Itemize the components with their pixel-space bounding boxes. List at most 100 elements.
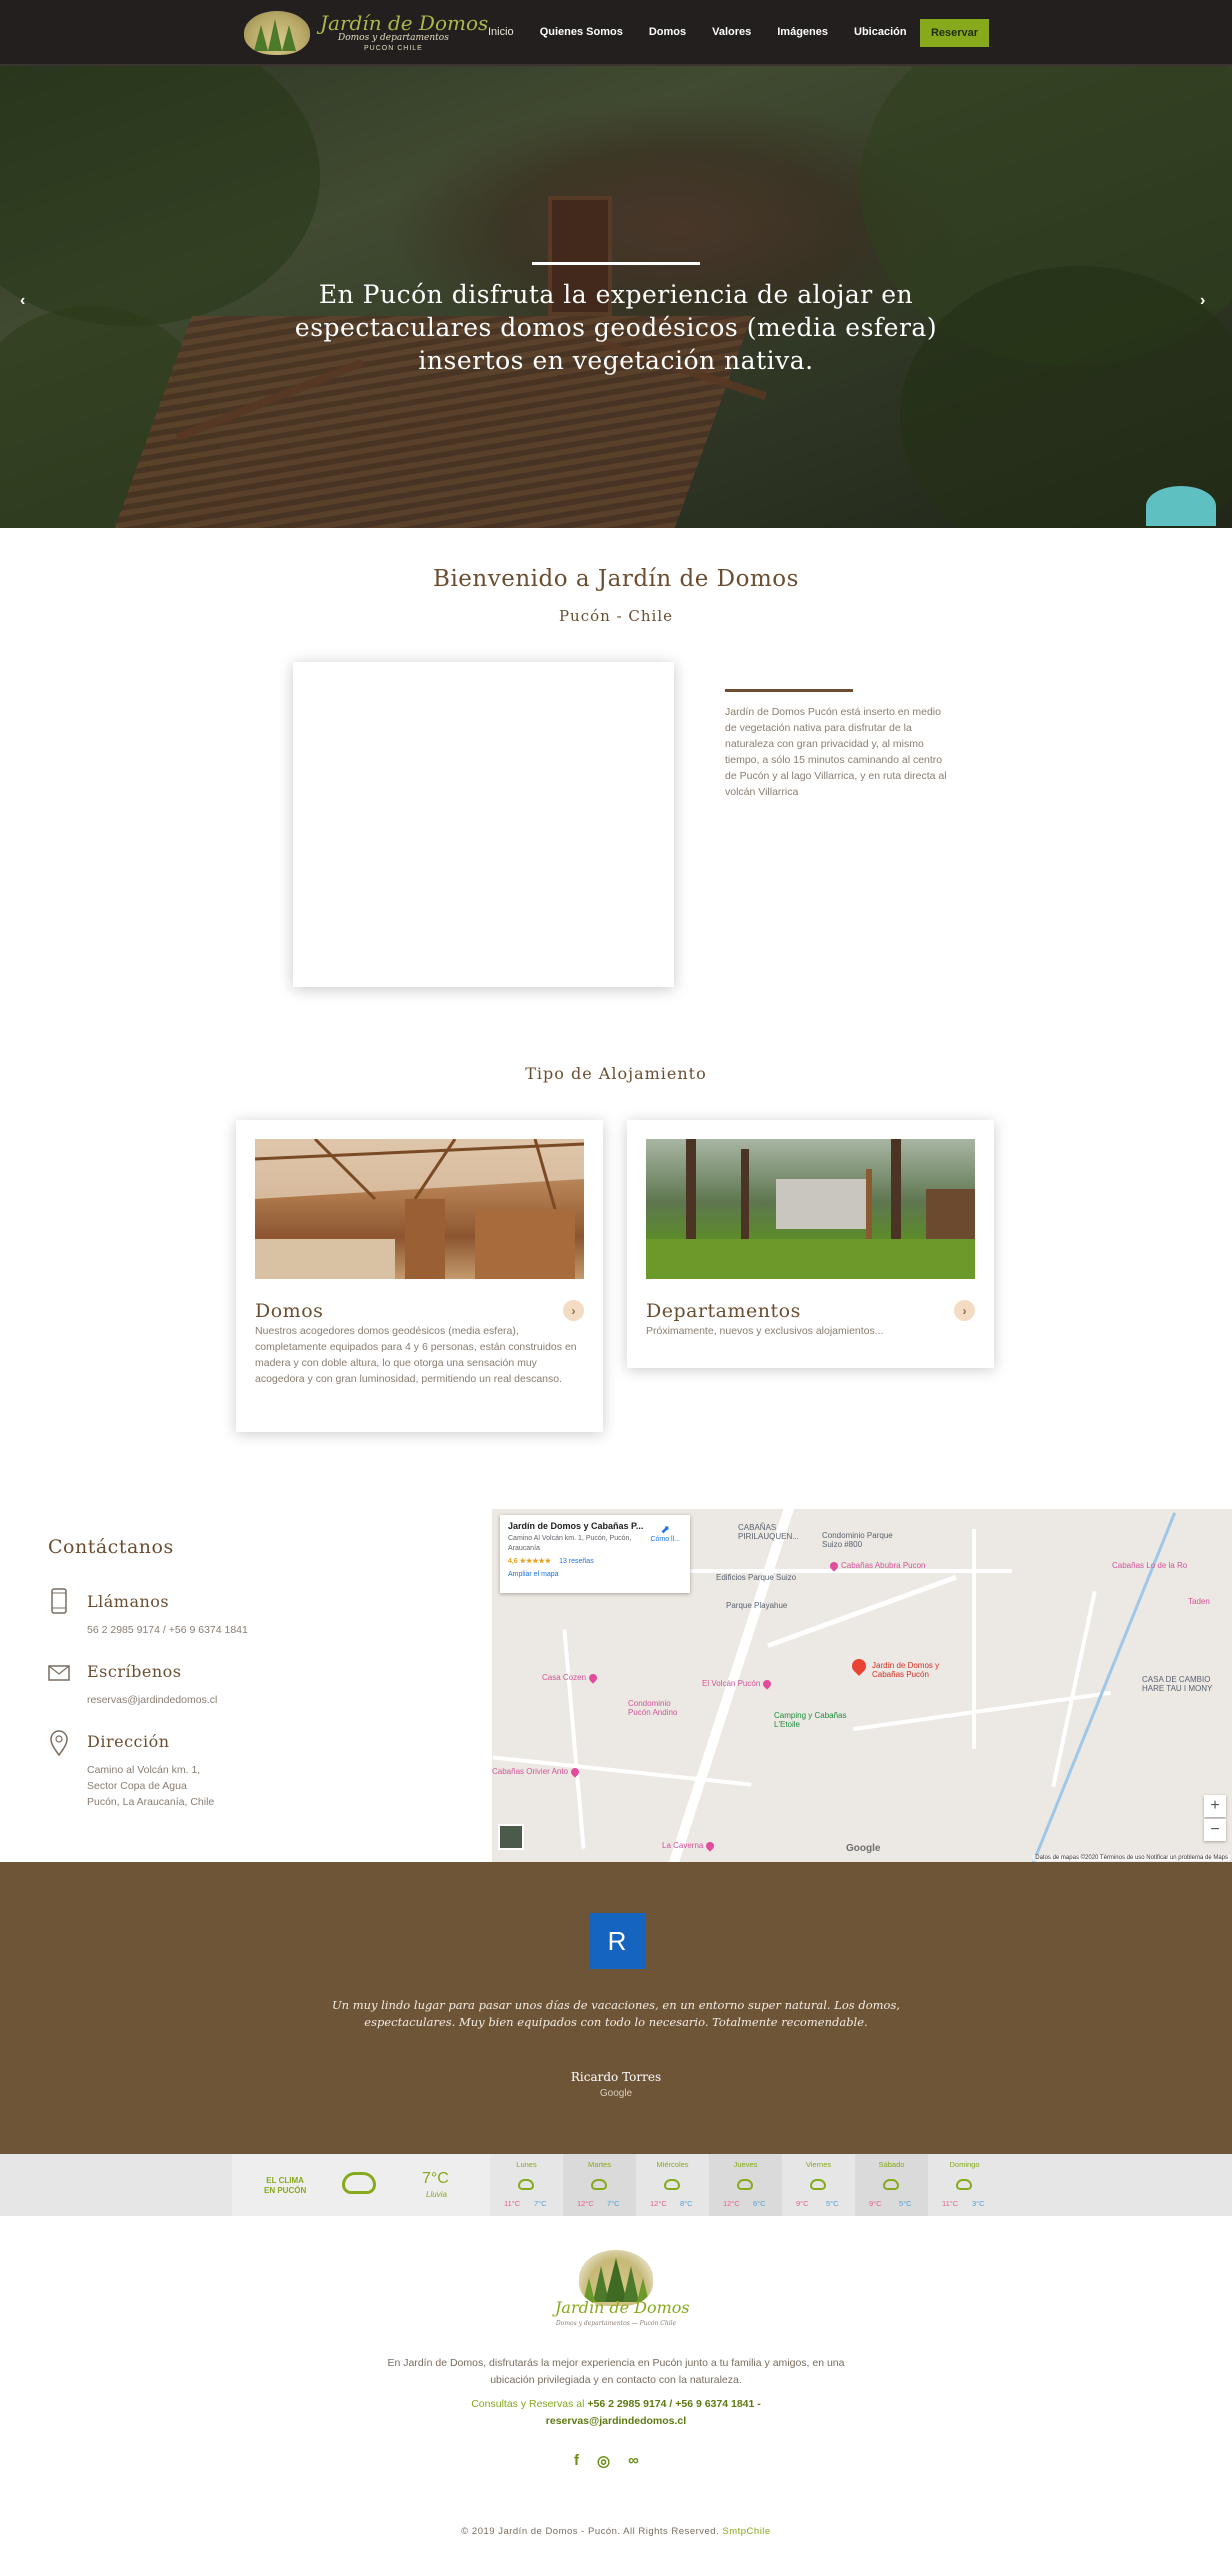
map-pin-caverna[interactable]: La Caverna [662,1840,717,1852]
card-departamentos[interactable]: Departamentos › Próximamente, nuevos y e… [627,1120,994,1368]
forecast-day-name: Sábado [878,2160,905,2169]
credit-link[interactable]: SmtpChile [722,2526,770,2537]
slider-prev-icon[interactable]: ‹ [20,292,25,310]
nav-imagenes[interactable]: Imágenes [777,26,828,38]
cloud-icon [591,2179,607,2190]
map-label-camping[interactable]: Camping y Cabañas L'Etoile [774,1711,854,1729]
chevron-right-icon[interactable]: › [954,1300,975,1321]
forecast-high: 9°C [869,2199,882,2208]
phone-icon [51,1588,67,1614]
footer-description: En Jardín de Domos, disfrutarás la mejor… [387,2357,845,2386]
chevron-right-icon[interactable]: › [563,1300,584,1321]
forecast-day-name: Jueves [733,2160,758,2169]
card-departamentos-title[interactable]: Departamentos [646,1300,801,1322]
map-label-edificios: Edificios Parque Suizo [716,1573,797,1582]
map-pin-main-label[interactable]: Jardín de Domos y Cabañas Pucón [872,1661,952,1679]
card-departamentos-text: Próximamente, nuevos y exclusivos alojam… [646,1325,884,1337]
slider-next-icon[interactable]: › [1200,292,1205,310]
footer-contact: Consultas y Reservas al +56 2 2985 9174 … [366,2396,866,2430]
forecast-low: 8°C [680,2199,693,2208]
footer-phones[interactable]: +56 2 2985 9174 / +56 9 6374 1841 - [587,2398,760,2410]
forecast-high: 12°C [650,2199,667,2208]
address-label: Dirección [87,1732,170,1751]
nav-valores[interactable]: Valores [712,26,751,38]
logo-title: Jardín de Domos [320,11,489,35]
review-source: Google [599,2088,633,2099]
map-satellite-toggle[interactable] [498,1824,524,1850]
cloud-icon [810,2179,826,2190]
weather-condition: Lluvia [426,2190,447,2199]
map-reviews-link[interactable]: 13 reseñas [559,1558,594,1565]
map-pin-volcan-pucon[interactable]: El Volcán Pucón [702,1678,774,1690]
phone-value[interactable]: 56 2 2985 9174 / +56 9 6374 1841 [87,1622,248,1638]
card-domos-text: Nuestros acogedores domos geodésicos (me… [255,1325,577,1385]
address-line-1: Camino al Volcán km. 1, [87,1764,201,1776]
cloud-icon [664,2179,680,2190]
map-footer-links[interactable]: Datos de mapas ©2020 Términos de uso Not… [1033,1855,1230,1861]
map-pin-lo-de-la[interactable]: Cabañas Lo de la Ro [1112,1561,1187,1570]
forecast-day-name: Martes [588,2160,611,2169]
map-place-address: Camino Al Volcán km. 1, Pucón, Pucón, Ar… [508,1535,632,1552]
email-label: Escríbenos [87,1662,182,1681]
nav-quienes-somos[interactable]: Quienes Somos [540,26,623,38]
nav-inicio[interactable]: Inicio [488,26,514,38]
welcome-subtitle: Pucón - Chile [558,607,674,625]
garden-illustration [646,1139,975,1279]
cloud-icon [883,2179,899,2190]
nav-ubicacion[interactable]: Ubicación [854,26,907,38]
google-map[interactable]: Jardín de Domos y Cabañas P... Camino Al… [492,1509,1232,1862]
welcome-divider [725,689,853,692]
map-pin-abubra[interactable]: Cabañas Abubra Pucon [828,1560,926,1572]
welcome-media-box[interactable] [293,662,674,987]
forecast-day: Lunes 11°C 7°C [490,2154,563,2216]
map-enlarge-link[interactable]: Ampliar el mapa [508,1571,682,1578]
directions-icon: ⬈ [660,1524,670,1536]
site-logo[interactable]: Jardín de Domos Domos y departamentos PU… [244,9,488,57]
email-value[interactable]: reservas@jardindedomos.cl [87,1692,217,1708]
map-pin-condominio-andino-label: Condominio Pucón Andino [628,1699,678,1717]
testimonial-section: R Un muy lindo lugar para pasar unos día… [0,1862,1232,2154]
footer-contact-prefix: Consultas y Reservas al [471,2398,585,2410]
logo-trees-icon [244,11,310,55]
map-zoom-out-button[interactable]: − [1204,1819,1226,1841]
reserve-button[interactable]: Reservar [920,19,989,47]
weather-label-line1: EL CLIMA [266,2176,304,2185]
card-domos[interactable]: Domos › Nuestros acogedores domos geodés… [236,1120,603,1432]
weather-label: EL CLIMA EN PUCÓN [264,2176,306,2196]
contact-title: Contáctanos [48,1536,174,1558]
map-zoom-in-button[interactable]: + [1204,1795,1226,1817]
map-main-pin-icon[interactable] [849,1656,869,1676]
accommodation-title: Tipo de Alojamiento [525,1064,707,1083]
cloud-icon [956,2179,972,2190]
facebook-icon[interactable]: f [574,2452,579,2470]
footer-logo-title: Jardín de Domos [555,2298,690,2317]
phone-label: Llámanos [87,1592,170,1611]
forecast-day-name: Domingo [949,2160,980,2169]
footer-email[interactable]: reservas@jardindedomos.cl [546,2415,686,2427]
map-directions-label[interactable]: Cómo ll... [650,1536,680,1543]
map-pin-lo-de-la-label: Cabañas Lo de la Ro [1112,1561,1188,1570]
location-pin-icon [50,1730,68,1756]
forecast-day: Sábado 9°C 5°C [855,2154,928,2216]
nav-domos[interactable]: Domos [649,26,686,38]
map-pin-orivier[interactable]: Cabañas Orivier Anto [492,1766,582,1778]
map-pin-taden[interactable]: Taden [1188,1597,1210,1606]
map-directions-link[interactable]: ⬈ Cómo ll... [650,1523,680,1543]
forecast-day: Jueves 12°C 6°C [709,2154,782,2216]
hero-slider: En Pucón disfruta la experiencia de aloj… [0,66,1232,528]
map-place-card[interactable]: Jardín de Domos y Cabañas P... Camino Al… [500,1515,690,1593]
instagram-icon[interactable]: ◎ [597,2452,610,2470]
tripadvisor-icon[interactable]: ∞ [628,2452,639,2470]
weather-current: EL CLIMA EN PUCÓN 7°C Lluvia [232,2154,490,2216]
map-pin-abubra-label: Cabañas Abubra Pucon [841,1561,926,1570]
forecast-day-name: Miércoles [656,2160,689,2169]
card-domos-title[interactable]: Domos [255,1300,323,1322]
map-pin-condominio-andino[interactable]: Condominio Pucón Andino [628,1699,692,1717]
footer-logo[interactable]: Jardín de Domos Domos y departamentos — … [555,2250,690,2332]
map-label-parque: Parque Playahue [726,1601,788,1610]
address-line-3: Pucón, La Araucanía, Chile [87,1796,215,1808]
footer-logo-subtitle: Domos y departamentos — Pucón Chile [555,2320,677,2327]
map-pin-taden-label: Taden [1188,1597,1210,1606]
map-pin-casa-cozen[interactable]: Casa Cozen [542,1672,600,1684]
weather-widget: EL CLIMA EN PUCÓN 7°C Lluvia Lunes 11°C … [0,2154,1232,2216]
